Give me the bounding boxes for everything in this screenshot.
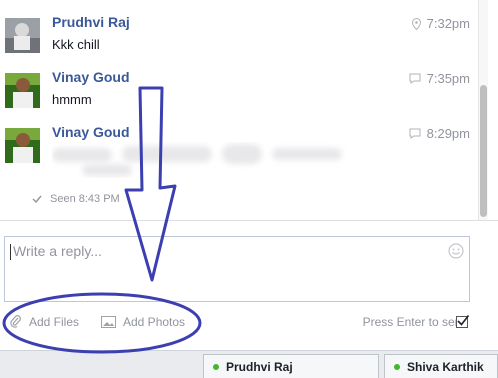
chat-tab-name: Shiva Karthik [407, 360, 484, 374]
message-meta: 7:35pm [409, 71, 470, 86]
chat-tab-shiva[interactable]: Shiva Karthik [384, 354, 498, 378]
sender-name[interactable]: Vinay Goud [52, 69, 130, 85]
add-files-button[interactable]: Add Files [10, 315, 79, 329]
chat-tab-prudhvi[interactable]: Prudhvi Raj [203, 354, 379, 378]
message-item: Vinay Goud hmmm 7:35pm [0, 69, 480, 128]
message-item: Vinay Goud 8:29pm [0, 124, 480, 183]
chat-tab-bar: Prudhvi Raj Shiva Karthik [0, 350, 498, 378]
message-time: 7:35pm [426, 71, 470, 86]
message-thread: Prudhvi Raj Kkk chill 7:32pm Vinay Goud … [0, 0, 488, 220]
seen-text: Seen 8:43 PM [50, 193, 120, 205]
seen-status: Seen 8:43 PM [32, 193, 120, 205]
add-photos-button[interactable]: Add Photos [101, 315, 185, 329]
scrollbar[interactable] [478, 0, 488, 220]
message-time: 8:29pm [426, 126, 470, 141]
add-files-label: Add Files [29, 315, 80, 329]
add-photos-label: Add Photos [123, 315, 186, 329]
text-caret [10, 244, 11, 260]
message-text: Kkk chill [52, 37, 100, 52]
avatar[interactable] [5, 128, 40, 163]
checkmark-icon [32, 195, 42, 203]
chat-bubble-icon [409, 128, 421, 139]
reply-input[interactable] [5, 237, 469, 301]
press-enter-label: Press Enter to send [362, 315, 468, 329]
online-status-icon [394, 364, 400, 370]
sender-name[interactable]: Prudhvi Raj [52, 14, 130, 30]
reply-box[interactable] [4, 236, 470, 302]
checkmark-icon [457, 315, 470, 326]
message-text: hmmm [52, 92, 92, 107]
divider [0, 220, 498, 221]
chat-bubble-icon [409, 73, 421, 84]
scrollbar-thumb[interactable] [480, 85, 487, 217]
emoji-icon[interactable] [448, 243, 464, 259]
photo-icon [101, 316, 116, 328]
blurred-message-text [52, 142, 352, 178]
location-pin-icon [411, 17, 421, 30]
message-item: Prudhvi Raj Kkk chill 7:32pm [0, 14, 480, 73]
composer-toolbar: Add Files Add Photos Press Enter to send [0, 308, 498, 338]
avatar[interactable] [5, 73, 40, 108]
message-time: 7:32pm [426, 16, 470, 31]
chat-tab-name: Prudhvi Raj [226, 360, 293, 374]
press-enter-checkbox[interactable] [456, 315, 470, 328]
sender-name[interactable]: Vinay Goud [52, 124, 130, 140]
message-meta: 8:29pm [409, 126, 470, 141]
paperclip-icon [10, 315, 21, 328]
avatar[interactable] [5, 18, 40, 53]
message-meta: 7:32pm [411, 16, 470, 31]
press-enter-option[interactable]: Press Enter to send [363, 315, 468, 329]
online-status-icon [213, 364, 219, 370]
